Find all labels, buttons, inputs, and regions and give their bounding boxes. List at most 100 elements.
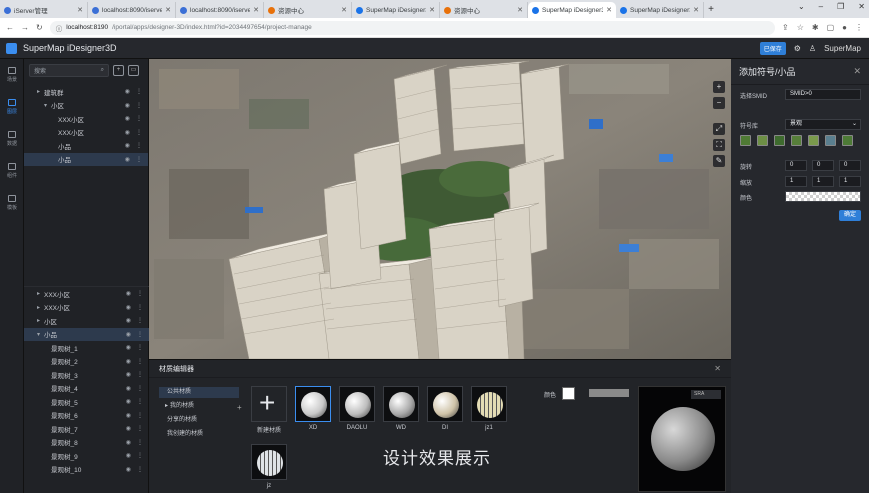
- profile-icon[interactable]: ●: [842, 23, 847, 32]
- visibility-icon[interactable]: ◉: [125, 115, 130, 122]
- expand-arrow-icon[interactable]: ▸: [37, 317, 44, 324]
- save-status-button[interactable]: 已保存: [759, 42, 786, 55]
- visibility-icon[interactable]: ◉: [126, 304, 131, 311]
- visibility-icon[interactable]: ◉: [125, 88, 130, 95]
- material-thumbnail[interactable]: [427, 386, 463, 422]
- tree-row[interactable]: 景观树_6 ◉ ⋮: [24, 409, 149, 423]
- rail-item[interactable]: 数据: [0, 123, 24, 155]
- mat-color-swatch[interactable]: [562, 387, 575, 400]
- tree-row[interactable]: ▸ XXX小区 ◉ ⋮: [24, 287, 149, 301]
- tree-symbol-icon[interactable]: [740, 135, 751, 146]
- browser-tab[interactable]: SuperMap iDesigner3D✕: [352, 2, 440, 18]
- more-icon[interactable]: ⋮: [137, 439, 143, 446]
- more-icon[interactable]: ⋮: [137, 371, 143, 378]
- folder-icon[interactable]: ▭: [128, 64, 139, 76]
- more-icon[interactable]: ⋮: [136, 142, 142, 149]
- material-category[interactable]: 分享的材质: [159, 415, 239, 426]
- tree-row[interactable]: 景观树_2 ◉ ⋮: [24, 355, 149, 369]
- visibility-icon[interactable]: ◉: [126, 439, 131, 446]
- tree-row[interactable]: 景观树_1 ◉ ⋮: [24, 341, 149, 355]
- zoom-in-icon[interactable]: +: [713, 81, 725, 93]
- smid-input[interactable]: SMID>0: [785, 89, 861, 100]
- more-icon[interactable]: ⋮: [137, 358, 143, 365]
- new-tab-button[interactable]: +: [704, 2, 718, 18]
- tree-row[interactable]: ▸ 建筑群 ◉ ⋮: [24, 85, 148, 99]
- tree-row[interactable]: 小品 ◉ ⋮: [24, 139, 148, 153]
- minimize-icon[interactable]: –: [819, 2, 823, 11]
- tab-close-icon[interactable]: ✕: [253, 6, 259, 14]
- close-icon[interactable]: ✕: [853, 66, 861, 77]
- visibility-icon[interactable]: ◉: [126, 290, 131, 297]
- rotate-z-input[interactable]: 0: [839, 160, 861, 171]
- browser-tab[interactable]: 资源中心 ✕: [440, 2, 528, 18]
- material-thumbnail[interactable]: [295, 386, 331, 422]
- tree-row[interactable]: ▸ 小区 ◉ ⋮: [24, 314, 149, 328]
- tree-row[interactable]: 景观树_4 ◉ ⋮: [24, 382, 149, 396]
- material-thumbnail[interactable]: [251, 444, 287, 480]
- scale-x-input[interactable]: 1: [785, 176, 807, 187]
- mat-opacity-slider[interactable]: [589, 389, 629, 397]
- browser-tab[interactable]: SuperMap iDesigner3D✕: [616, 2, 704, 18]
- more-icon[interactable]: ⋮: [136, 129, 142, 136]
- material-thumbnail[interactable]: [383, 386, 419, 422]
- url-field[interactable]: ⓘ localhost:8190/iportal/apps/designer-3…: [49, 20, 776, 35]
- visibility-icon[interactable]: ◉: [125, 129, 130, 136]
- tree-row[interactable]: 小品 ◉ ⋮: [24, 152, 148, 166]
- visibility-icon[interactable]: ◉: [126, 371, 131, 378]
- more-icon[interactable]: ⋮: [136, 88, 142, 95]
- expand-arrow-icon[interactable]: ▸: [37, 290, 44, 297]
- share-icon[interactable]: ⇪: [782, 23, 789, 32]
- visibility-icon[interactable]: ◉: [126, 317, 131, 324]
- tree-row[interactable]: 景观树_8 ◉ ⋮: [24, 436, 149, 450]
- tab-close-icon[interactable]: ✕: [606, 6, 612, 14]
- expand-arrow-icon[interactable]: ▸: [37, 88, 44, 95]
- more-icon[interactable]: ⋮: [137, 452, 143, 459]
- visibility-icon[interactable]: ◉: [126, 385, 131, 392]
- tree-symbol-icon[interactable]: [825, 135, 836, 146]
- more-icon[interactable]: ⋮: [136, 102, 142, 109]
- sidepanel-icon[interactable]: ▢: [827, 23, 835, 32]
- tree-row[interactable]: ▾ 小品 ◉ ⋮: [24, 327, 149, 341]
- rotate-y-input[interactable]: 0: [812, 160, 834, 171]
- scale-z-input[interactable]: 1: [839, 176, 861, 187]
- browser-tab[interactable]: localhost:8090/iserver/s✕: [88, 2, 176, 18]
- more-icon[interactable]: ⋮: [137, 425, 143, 432]
- close-window-icon[interactable]: ✕: [858, 2, 865, 11]
- tree-row[interactable]: 景观树_10 ◉ ⋮: [24, 463, 149, 477]
- tree-row[interactable]: XXX小区 ◉ ⋮: [24, 126, 148, 140]
- reload-icon[interactable]: ↻: [36, 23, 43, 32]
- tab-close-icon[interactable]: ✕: [341, 6, 347, 14]
- forward-icon[interactable]: →: [21, 23, 29, 32]
- tree-row[interactable]: 景观树_9 ◉ ⋮: [24, 449, 149, 463]
- scene-viewport[interactable]: + − ⤢ ⛶ ✎: [149, 59, 731, 359]
- add-category-icon[interactable]: +: [237, 403, 242, 412]
- tree-row[interactable]: ▾ 小区 ◉ ⋮: [24, 99, 148, 113]
- browser-tab[interactable]: SuperMap iDesigner3D✕: [528, 2, 616, 18]
- browser-tab[interactable]: iServer管理 ✕: [0, 2, 88, 18]
- tab-close-icon[interactable]: ✕: [77, 6, 83, 14]
- tab-close-icon[interactable]: ✕: [693, 6, 699, 14]
- compass-icon[interactable]: ⤢: [713, 123, 725, 135]
- user-name[interactable]: SuperMap: [824, 44, 861, 53]
- settings-icon[interactable]: ⚙: [794, 44, 801, 53]
- menu-icon[interactable]: ⋮: [855, 23, 863, 32]
- more-icon[interactable]: ⋮: [137, 304, 143, 311]
- tree-symbol-icon[interactable]: [774, 135, 785, 146]
- rotate-x-input[interactable]: 0: [785, 160, 807, 171]
- material-category[interactable]: ▸ 我的材质: [159, 401, 239, 412]
- tree-row[interactable]: ▸ XXX小区 ◉ ⋮: [24, 301, 149, 315]
- color-picker[interactable]: [785, 191, 861, 202]
- expand-arrow-icon[interactable]: ▸: [37, 304, 44, 311]
- tree-row[interactable]: 景观树_5 ◉ ⋮: [24, 395, 149, 409]
- material-category[interactable]: 我创建的材质: [159, 429, 239, 440]
- rail-item[interactable]: 场景: [0, 59, 24, 91]
- tree-row[interactable]: 景观树_3 ◉ ⋮: [24, 368, 149, 382]
- expand-arrow-icon[interactable]: ▾: [44, 102, 51, 109]
- new-material-button[interactable]: +: [251, 386, 287, 422]
- visibility-icon[interactable]: ◉: [126, 331, 131, 338]
- rail-item[interactable]: 图层: [0, 91, 24, 123]
- zoom-out-icon[interactable]: −: [713, 97, 725, 109]
- maximize-icon[interactable]: ❐: [837, 2, 844, 11]
- more-icon[interactable]: ⋮: [137, 317, 143, 324]
- tree-symbol-icon[interactable]: [791, 135, 802, 146]
